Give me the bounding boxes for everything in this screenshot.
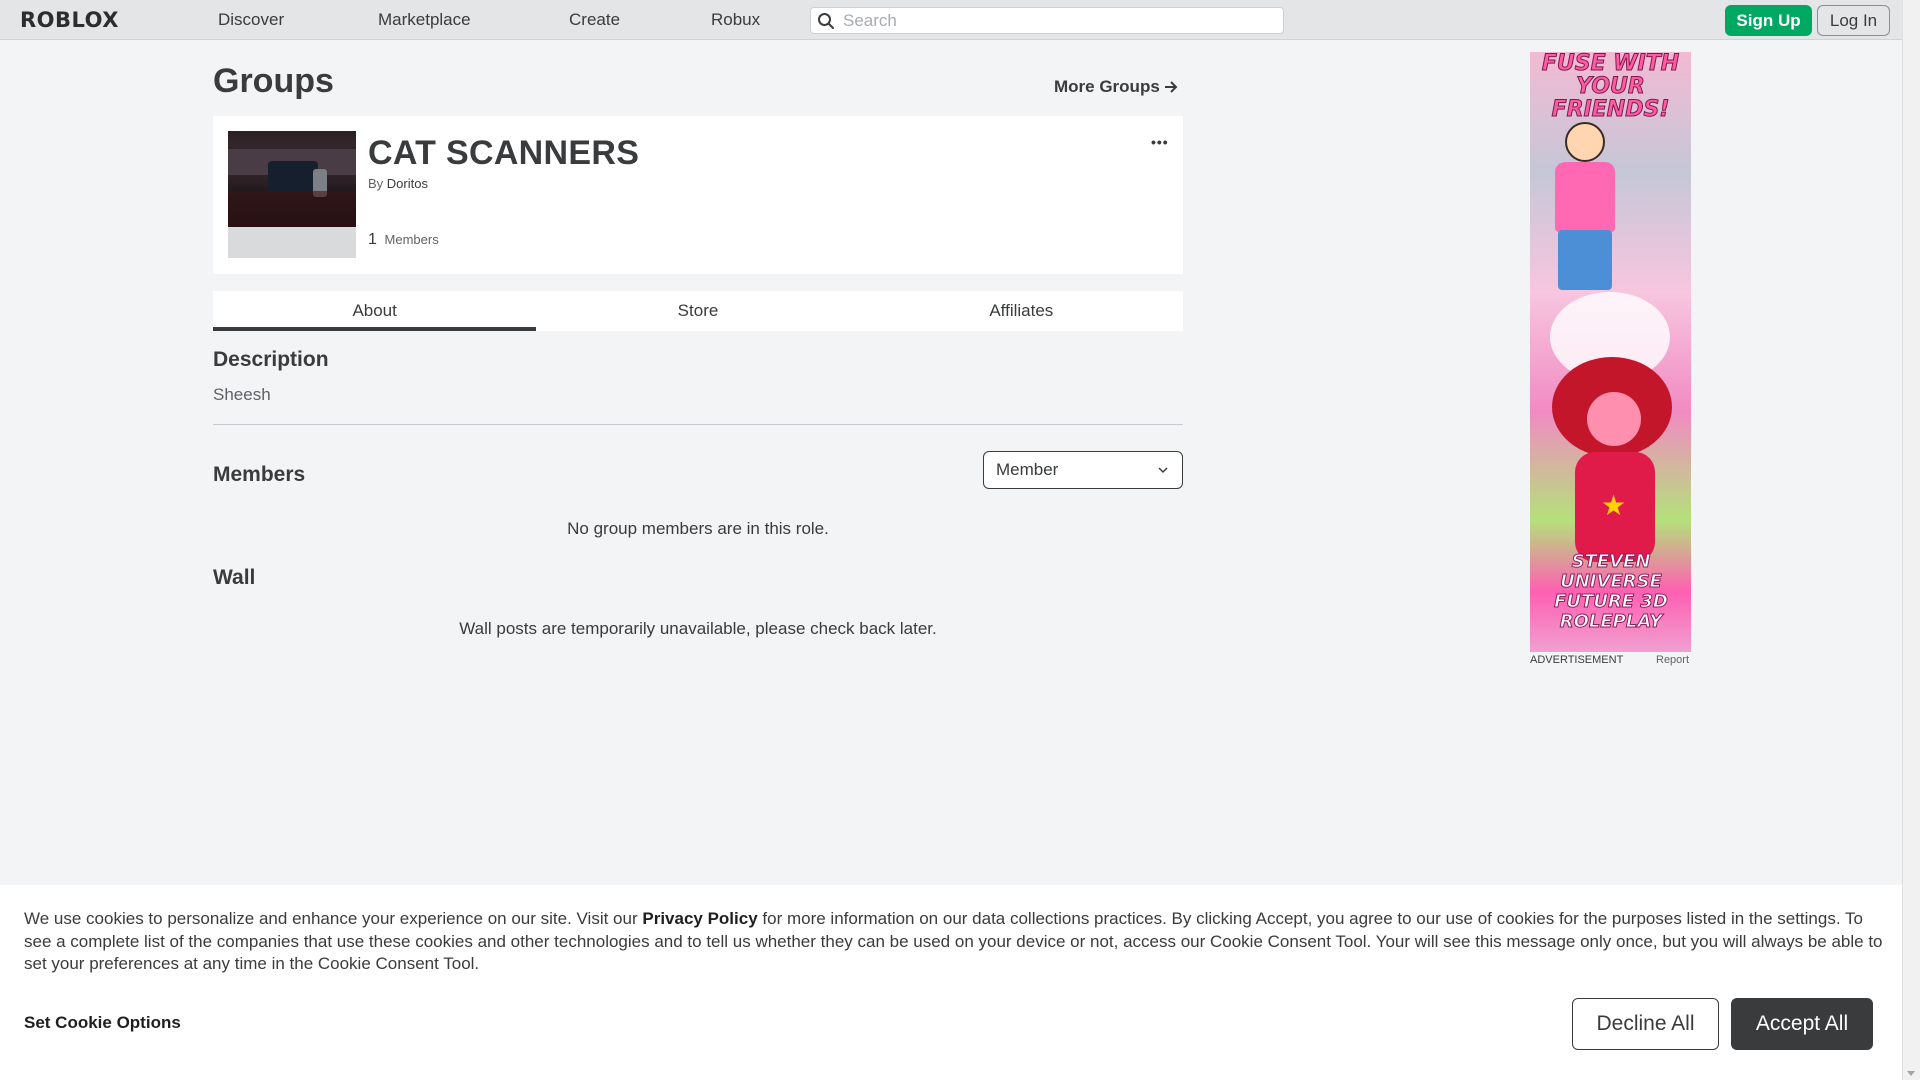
more-groups-link[interactable]: More Groups xyxy=(1054,77,1178,97)
set-cookie-options-link[interactable]: Set Cookie Options xyxy=(24,1013,181,1033)
group-name: CAT SCANNERS xyxy=(368,134,640,172)
advertisement-label: ADVERTISEMENT xyxy=(1530,654,1624,666)
cookie-text-pre: We use cookies to personalize and enhanc… xyxy=(24,909,643,928)
ad-character-legs xyxy=(1558,230,1612,290)
wall-heading: Wall xyxy=(213,566,256,589)
advertisement-banner[interactable]: FUSE WITH YOUR FRIENDS! ★ STEVEN UNIVERS… xyxy=(1530,52,1691,652)
accept-all-button[interactable]: Accept All xyxy=(1731,998,1873,1050)
ad-title: STEVEN UNIVERSE FUTURE 3D ROLEPLAY xyxy=(1554,551,1669,632)
group-owner-line: By Doritos xyxy=(368,176,428,191)
ad-character-head xyxy=(1565,122,1605,162)
description-text: Sheesh xyxy=(213,385,271,404)
nav-discover[interactable]: Discover xyxy=(218,10,284,30)
top-navigation: ROBLOX Discover Marketplace Create Robux… xyxy=(0,0,1902,40)
page-title: Groups xyxy=(213,62,334,100)
group-emblem xyxy=(228,131,356,258)
description-heading: Description xyxy=(213,348,329,371)
members-heading: Members xyxy=(213,463,306,486)
role-dropdown[interactable]: Member xyxy=(983,451,1183,489)
search-box[interactable] xyxy=(810,7,1284,34)
wall-unavailable-message: Wall posts are temporarily unavailable, … xyxy=(459,619,937,638)
search-input[interactable] xyxy=(843,10,1263,31)
role-dropdown-value: Member xyxy=(996,460,1059,479)
page-scrollbar[interactable] xyxy=(1902,0,1920,1080)
nav-marketplace[interactable]: Marketplace xyxy=(378,10,471,30)
members-label: Members xyxy=(384,232,439,247)
group-tabs: About Store Affiliates xyxy=(213,291,1183,331)
ad-report-link[interactable]: Report xyxy=(1656,654,1689,666)
nav-create[interactable]: Create xyxy=(569,10,620,30)
group-owner-link[interactable]: Doritos xyxy=(387,176,428,191)
more-groups-label: More Groups xyxy=(1054,77,1160,96)
more-options-icon[interactable]: ••• xyxy=(1151,134,1169,150)
tab-affiliates[interactable]: Affiliates xyxy=(860,291,1183,331)
scroll-down-icon[interactable] xyxy=(1907,1071,1915,1076)
signup-button[interactable]: Sign Up xyxy=(1725,5,1812,36)
ad-headline: FUSE WITH YOUR FRIENDS! xyxy=(1541,52,1680,122)
search-icon xyxy=(818,12,834,29)
group-emblem-image xyxy=(228,131,356,227)
group-header-card: CAT SCANNERS By Doritos 1 Members ••• xyxy=(213,116,1183,274)
privacy-policy-link[interactable]: Privacy Policy xyxy=(642,909,757,928)
decline-all-button[interactable]: Decline All xyxy=(1572,998,1719,1050)
by-label: By xyxy=(368,176,384,191)
star-icon: ★ xyxy=(1601,490,1627,521)
chevron-down-icon xyxy=(1158,467,1168,474)
tab-about[interactable]: About xyxy=(213,291,537,331)
login-button[interactable]: Log In xyxy=(1817,5,1890,36)
nav-robux[interactable]: Robux xyxy=(711,10,760,30)
member-count-value: 1 xyxy=(368,231,377,248)
section-divider xyxy=(213,424,1183,425)
arrow-right-icon xyxy=(1164,81,1178,93)
cookie-message: We use cookies to personalize and enhanc… xyxy=(24,908,1884,976)
ad-character-body xyxy=(1555,162,1615,232)
cookie-consent-banner: We use cookies to personalize and enhanc… xyxy=(0,885,1902,1080)
ad-character-face xyxy=(1587,392,1641,446)
group-member-count: 1 Members xyxy=(368,231,439,249)
tab-store[interactable]: Store xyxy=(536,291,859,331)
no-members-message: No group members are in this role. xyxy=(567,519,829,538)
roblox-logo[interactable]: ROBLOX xyxy=(20,8,119,32)
